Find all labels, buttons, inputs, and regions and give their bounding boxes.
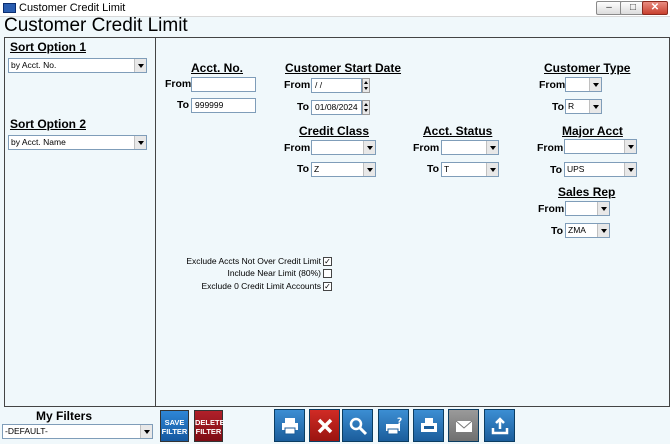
cancel-icon <box>317 418 333 434</box>
customer-type-to-value: R <box>568 101 575 111</box>
search-button[interactable] <box>342 409 373 442</box>
sort-option-2-value: by Acct. Name <box>11 137 66 147</box>
acct-no-title: Acct. No. <box>191 61 244 75</box>
print-button[interactable] <box>274 409 305 442</box>
panel-left-border <box>4 37 5 407</box>
email-icon <box>455 420 473 432</box>
print-icon <box>282 418 298 435</box>
sort-option-2-label: Sort Option 2 <box>10 117 86 131</box>
chevron-down-icon[interactable] <box>589 78 601 91</box>
include-near-limit-label: Include Near Limit (80%) <box>227 268 321 278</box>
customer-type-to-label: To <box>552 101 565 113</box>
acct-status-from-label: From <box>413 142 440 154</box>
chevron-down-icon[interactable] <box>486 163 498 176</box>
sort-option-1-select[interactable]: by Acct. No. <box>8 58 147 73</box>
credit-class-to-label: To <box>297 163 310 175</box>
credit-class-from-select[interactable] <box>311 140 376 155</box>
chevron-down-icon[interactable] <box>363 141 375 154</box>
close-button[interactable]: ✕ <box>642 1 668 15</box>
include-near-limit-checkbox[interactable] <box>323 269 332 278</box>
start-date-to-value: 01/08/2024 <box>315 102 358 112</box>
chevron-down-icon[interactable] <box>134 59 146 72</box>
chevron-down-icon[interactable] <box>597 224 609 237</box>
export-button[interactable] <box>484 409 515 442</box>
major-acct-title: Major Acct <box>562 124 623 138</box>
acct-no-to-input[interactable]: 999999 <box>191 98 256 113</box>
major-acct-to-select[interactable]: UPS <box>564 162 637 177</box>
credit-class-to-value: Z <box>314 164 320 174</box>
chevron-down-icon[interactable] <box>624 163 636 176</box>
major-acct-to-label: To <box>550 164 563 176</box>
search-icon <box>349 417 368 436</box>
start-date-to-spinner[interactable] <box>362 100 370 115</box>
major-acct-to-value: UPS <box>567 164 585 174</box>
exclude-zero-limit-checkbox[interactable]: ✓ <box>323 282 332 291</box>
minimize-button[interactable]: – <box>596 1 622 15</box>
chevron-down-icon[interactable] <box>589 100 601 113</box>
save-filter-button[interactable]: SAVE FILTER <box>160 410 189 442</box>
acct-no-from-label: From <box>165 78 192 90</box>
customer-type-from-label: From <box>539 79 566 91</box>
acct-status-to-select[interactable]: T <box>441 162 499 177</box>
exclude-not-over-limit-checkbox[interactable]: ✓ <box>323 257 332 266</box>
acct-status-title: Acct. Status <box>423 124 493 138</box>
start-date-from-input[interactable]: / / <box>311 78 362 93</box>
start-date-to-label: To <box>297 101 310 113</box>
app-icon <box>3 3 16 13</box>
sort-option-1-value: by Acct. No. <box>11 60 57 70</box>
svg-text:?: ? <box>397 417 402 427</box>
panel-bottom-border <box>4 406 670 407</box>
my-filters-select[interactable]: -DEFAULT- <box>2 424 153 439</box>
major-acct-from-select[interactable] <box>564 139 637 154</box>
exclude-not-over-limit-label: Exclude Accts Not Over Credit Limit <box>186 256 321 266</box>
acct-status-to-value: T <box>444 164 450 174</box>
acct-status-to-label: To <box>427 163 440 175</box>
email-button[interactable] <box>448 409 479 442</box>
credit-class-to-select[interactable]: Z <box>311 162 376 177</box>
page-title: Customer Credit Limit <box>4 15 188 36</box>
start-date-from-spinner[interactable] <box>362 78 370 93</box>
acct-no-to-label: To <box>177 99 190 111</box>
my-filters-value: -DEFAULT- <box>5 426 48 436</box>
panel-divider <box>155 37 156 407</box>
customer-type-title: Customer Type <box>544 61 631 75</box>
sales-rep-from-label: From <box>538 203 565 215</box>
fax-icon <box>421 418 437 432</box>
sales-rep-to-value: ZMA <box>568 225 586 235</box>
chevron-down-icon[interactable] <box>624 140 636 153</box>
chevron-down-icon[interactable] <box>140 425 152 438</box>
print-help-icon: ? <box>386 417 402 435</box>
cancel-button[interactable] <box>309 409 340 442</box>
sales-rep-to-select[interactable]: ZMA <box>565 223 610 238</box>
credit-class-title: Credit Class <box>299 124 370 138</box>
acct-status-from-select[interactable] <box>441 140 499 155</box>
print-preview-button[interactable]: ? <box>378 409 409 442</box>
panel-top-border <box>4 37 670 38</box>
export-icon <box>491 417 509 435</box>
sales-rep-to-label: To <box>551 225 564 237</box>
acct-no-to-value: 999999 <box>195 100 224 110</box>
credit-class-from-label: From <box>284 142 311 154</box>
sales-rep-title: Sales Rep <box>558 185 616 199</box>
sales-rep-from-select[interactable] <box>565 201 610 216</box>
delete-filter-button[interactable]: DELETE FILTER <box>194 410 225 442</box>
window-title: Customer Credit Limit <box>19 2 126 14</box>
my-filters-label: My Filters <box>36 409 93 423</box>
chevron-down-icon[interactable] <box>134 136 146 149</box>
start-date-from-value: / / <box>315 80 323 90</box>
sort-option-1-label: Sort Option 1 <box>10 40 86 54</box>
fax-button[interactable] <box>413 409 444 442</box>
exclude-zero-limit-label: Exclude 0 Credit Limit Accounts <box>201 281 321 291</box>
customer-type-to-select[interactable]: R <box>565 99 602 114</box>
chevron-down-icon[interactable] <box>363 163 375 176</box>
customer-type-from-select[interactable] <box>565 77 602 92</box>
chevron-down-icon[interactable] <box>597 202 609 215</box>
start-date-from-label: From <box>284 79 311 91</box>
acct-no-from-input[interactable] <box>191 77 256 92</box>
start-date-to-input[interactable]: 01/08/2024 <box>311 100 362 115</box>
start-date-title: Customer Start Date <box>285 61 402 75</box>
major-acct-from-label: From <box>537 142 564 154</box>
sort-option-2-select[interactable]: by Acct. Name <box>8 135 147 150</box>
chevron-down-icon[interactable] <box>486 141 498 154</box>
